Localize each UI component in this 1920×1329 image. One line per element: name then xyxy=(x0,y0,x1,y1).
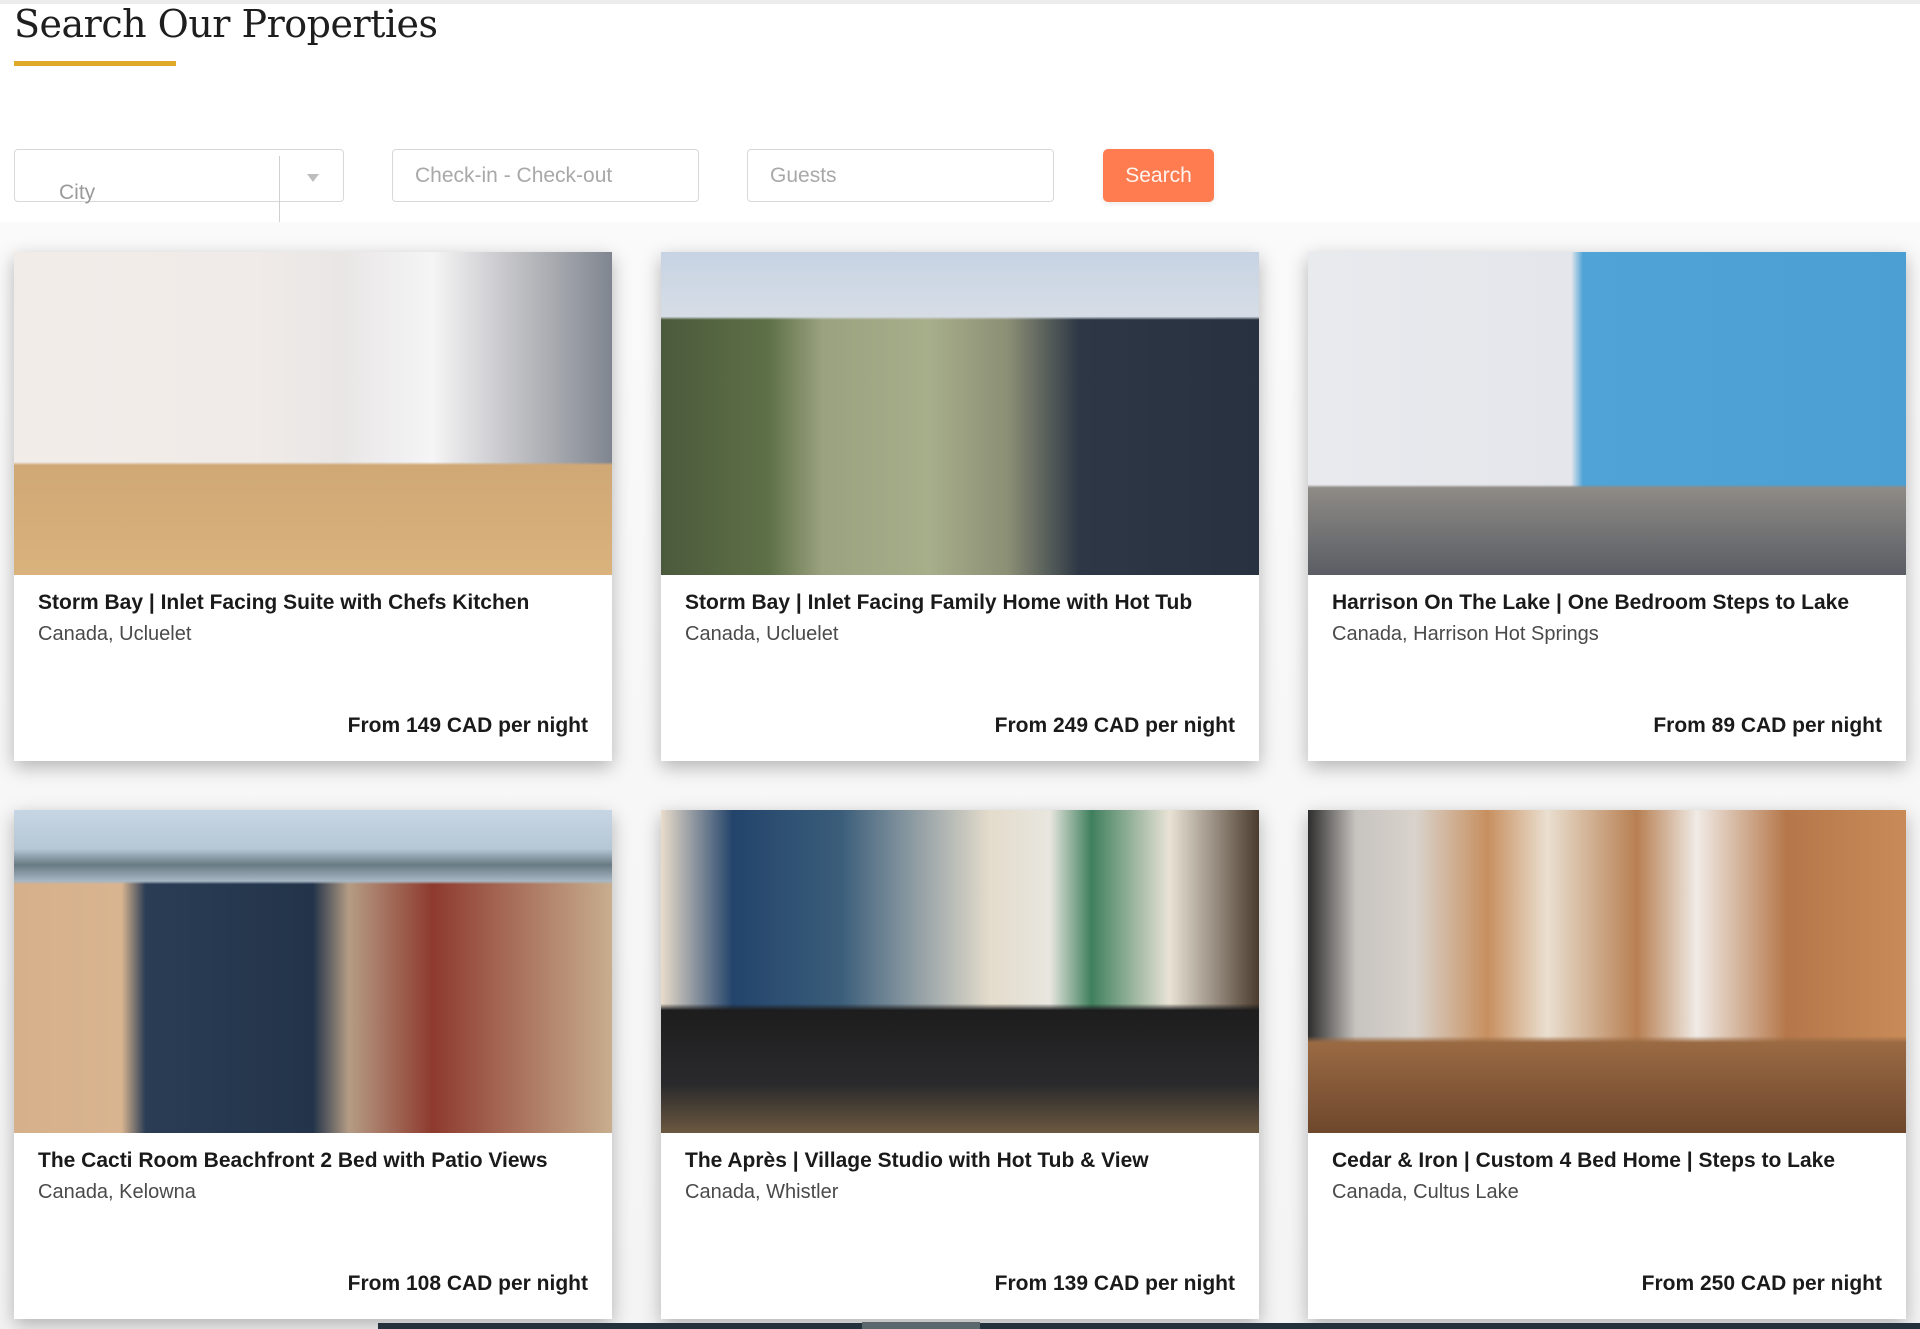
property-image[interactable] xyxy=(14,810,612,1133)
property-card[interactable]: Storm Bay | Inlet Facing Suite with Chef… xyxy=(14,252,612,761)
property-card[interactable]: Storm Bay | Inlet Facing Family Home wit… xyxy=(661,252,1259,761)
property-location: Canada, Kelowna xyxy=(38,1181,196,1203)
property-name[interactable]: Cedar & Iron | Custom 4 Bed Home | Steps… xyxy=(1332,1149,1835,1173)
property-price: From 89 CAD per night xyxy=(1653,714,1882,737)
bottom-scrollbar-track[interactable] xyxy=(378,1323,1920,1329)
property-card-body: The Cacti Room Beachfront 2 Bed with Pat… xyxy=(14,1133,612,1319)
bottom-scrollbar-thumb[interactable] xyxy=(862,1322,980,1329)
date-range-input[interactable] xyxy=(393,150,698,201)
property-image[interactable] xyxy=(661,810,1259,1133)
property-price: From 249 CAD per night xyxy=(994,714,1235,737)
search-button[interactable]: Search xyxy=(1103,149,1214,202)
city-select-label: City xyxy=(59,181,96,204)
date-range-field-wrapper xyxy=(392,149,699,202)
property-image[interactable] xyxy=(1308,810,1906,1133)
property-card[interactable]: The Cacti Room Beachfront 2 Bed with Pat… xyxy=(14,810,612,1319)
property-price: From 250 CAD per night xyxy=(1641,1272,1882,1295)
property-card[interactable]: The Après | Village Studio with Hot Tub … xyxy=(661,810,1259,1319)
property-image[interactable] xyxy=(661,252,1259,575)
property-location: Canada, Whistler xyxy=(685,1181,839,1203)
property-location: Canada, Harrison Hot Springs xyxy=(1332,623,1599,645)
property-price: From 149 CAD per night xyxy=(347,714,588,737)
property-name[interactable]: The Cacti Room Beachfront 2 Bed with Pat… xyxy=(38,1149,548,1173)
city-select-separator xyxy=(279,156,280,222)
property-card-body: Storm Bay | Inlet Facing Suite with Chef… xyxy=(14,575,612,761)
property-card-body: Storm Bay | Inlet Facing Family Home wit… xyxy=(661,575,1259,761)
property-name[interactable]: Storm Bay | Inlet Facing Family Home wit… xyxy=(685,591,1192,615)
property-price: From 139 CAD per night xyxy=(994,1272,1235,1295)
chevron-down-icon[interactable] xyxy=(307,174,319,182)
property-location: Canada, Ucluelet xyxy=(38,623,192,645)
property-card-body: Harrison On The Lake | One Bedroom Steps… xyxy=(1308,575,1906,761)
property-image[interactable] xyxy=(1308,252,1906,575)
property-name[interactable]: Harrison On The Lake | One Bedroom Steps… xyxy=(1332,591,1849,615)
page-title: Search Our Properties xyxy=(14,2,438,46)
property-location: Canada, Ucluelet xyxy=(685,623,839,645)
city-select[interactable]: City xyxy=(14,149,344,222)
property-name[interactable]: The Après | Village Studio with Hot Tub … xyxy=(685,1149,1149,1173)
property-card-body: Cedar & Iron | Custom 4 Bed Home | Steps… xyxy=(1308,1133,1906,1319)
guests-field-wrapper xyxy=(747,149,1054,202)
guests-input[interactable] xyxy=(748,150,1053,201)
property-image[interactable] xyxy=(14,252,612,575)
property-name[interactable]: Storm Bay | Inlet Facing Suite with Chef… xyxy=(38,591,529,615)
title-underline xyxy=(14,61,176,66)
property-card[interactable]: Cedar & Iron | Custom 4 Bed Home | Steps… xyxy=(1308,810,1906,1319)
property-price: From 108 CAD per night xyxy=(347,1272,588,1295)
property-card-body: The Après | Village Studio with Hot Tub … xyxy=(661,1133,1259,1319)
property-card[interactable]: Harrison On The Lake | One Bedroom Steps… xyxy=(1308,252,1906,761)
property-location: Canada, Cultus Lake xyxy=(1332,1181,1519,1203)
